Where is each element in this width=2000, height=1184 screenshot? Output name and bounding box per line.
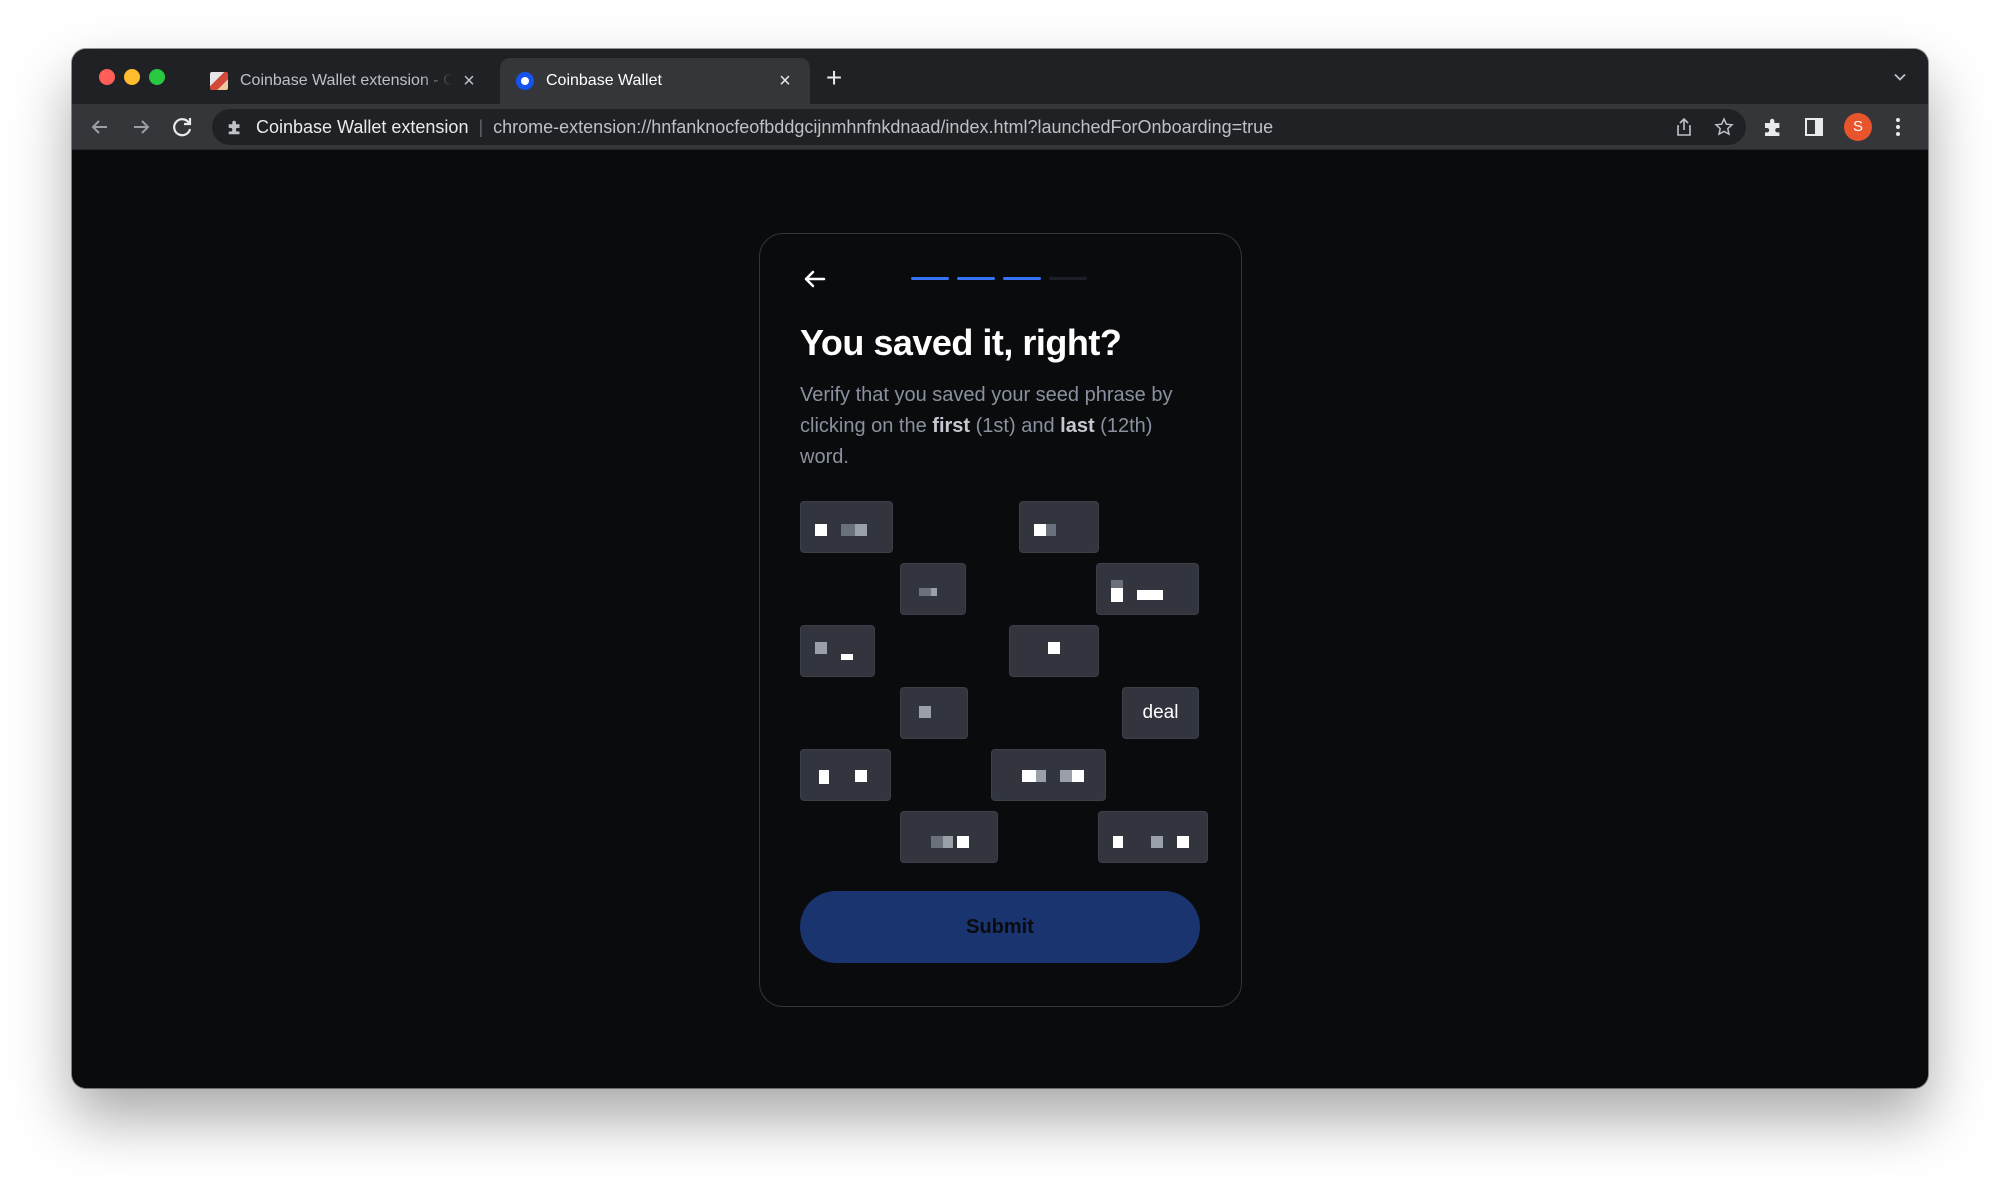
progress-indicator — [911, 277, 1087, 280]
progress-step — [1049, 277, 1087, 280]
redacted-pixels — [1048, 642, 1060, 654]
star-icon[interactable] — [1714, 117, 1734, 137]
extension-page: You saved it, right? Verify that you sav… — [72, 151, 1928, 1088]
onboarding-card: You saved it, right? Verify that you sav… — [759, 233, 1242, 1007]
redacted-pixels — [957, 836, 969, 848]
seed-word-chip[interactable] — [900, 811, 998, 863]
profile-avatar[interactable]: S — [1844, 113, 1872, 141]
redacted-pixels — [1060, 770, 1072, 782]
close-icon[interactable]: × — [460, 71, 478, 91]
coinbase-wallet-icon — [516, 72, 534, 90]
seed-word-label: deal — [1142, 702, 1179, 723]
back-arrow-icon[interactable] — [86, 113, 114, 141]
submit-button[interactable]: Submit — [800, 891, 1200, 963]
address-origin: Coinbase Wallet extension — [256, 116, 469, 137]
share-icon[interactable] — [1674, 117, 1694, 137]
redacted-pixels — [931, 836, 943, 848]
description-first: first — [932, 415, 971, 437]
redacted-pixels — [1111, 588, 1123, 602]
forward-arrow-icon[interactable] — [127, 113, 155, 141]
tab-title: Coinbase Wallet — [546, 72, 662, 89]
tab-coinbase-wallet[interactable]: Coinbase Wallet × — [500, 58, 810, 104]
tab-title: Coinbase Wallet extension - Chrome Web S… — [240, 72, 452, 89]
redacted-pixels — [1046, 524, 1056, 536]
redacted-pixels — [1151, 836, 1163, 848]
redacted-pixels — [919, 588, 931, 596]
seed-word-chip[interactable] — [800, 625, 875, 677]
page-description: Verify that you saved your seed phrase b… — [800, 380, 1200, 473]
redacted-pixels — [1137, 590, 1163, 600]
more-vert-icon[interactable] — [1887, 116, 1909, 138]
puzzle-icon — [228, 120, 240, 135]
redacted-pixels — [841, 524, 855, 536]
redacted-pixels — [1036, 770, 1046, 782]
progress-step — [1003, 277, 1041, 280]
redacted-pixels — [855, 524, 867, 536]
redacted-pixels — [931, 588, 937, 596]
seed-word-chip[interactable] — [900, 563, 966, 615]
address-url: chrome-extension://hnfanknocfeofbddgcijn… — [493, 116, 1274, 137]
window-maximize-button[interactable] — [149, 69, 165, 85]
reload-icon[interactable] — [169, 113, 197, 141]
seed-word-chip[interactable] — [800, 749, 891, 801]
seed-word-chip[interactable] — [1019, 501, 1099, 553]
window-close-button[interactable] — [99, 69, 115, 85]
progress-step — [911, 277, 949, 280]
progress-step — [957, 277, 995, 280]
browser-window: Coinbase Wallet extension - Chrome Web S… — [72, 49, 1928, 1088]
redacted-pixels — [841, 654, 853, 660]
side-panel-icon[interactable] — [1803, 116, 1825, 138]
address-bar[interactable]: Coinbase Wallet extension | chrome-exten… — [212, 109, 1746, 145]
redacted-pixels — [815, 524, 827, 536]
new-tab-button[interactable]: + — [820, 64, 848, 93]
seed-word-chip[interactable] — [800, 501, 893, 553]
seed-word-chip[interactable]: deal — [1122, 687, 1199, 739]
redacted-pixels — [1177, 836, 1189, 848]
description-text: (1st) and — [970, 415, 1061, 437]
seed-word-chip[interactable] — [900, 687, 968, 739]
redacted-pixels — [815, 642, 827, 654]
redacted-pixels — [919, 706, 931, 718]
page-title: You saved it, right? — [800, 322, 1122, 363]
seed-word-chip[interactable] — [991, 749, 1106, 801]
chevron-down-icon[interactable] — [1890, 67, 1910, 87]
redacted-pixels — [1022, 770, 1036, 782]
back-arrow-icon[interactable] — [800, 264, 830, 294]
seed-word-chip[interactable] — [1009, 625, 1099, 677]
redacted-pixels — [855, 770, 867, 782]
coinbase-webstore-icon — [210, 72, 228, 90]
redacted-pixels — [1072, 770, 1084, 782]
seed-word-chip[interactable] — [1096, 563, 1199, 615]
window-minimize-button[interactable] — [124, 69, 140, 85]
extensions-icon[interactable] — [1762, 116, 1784, 138]
description-last: last — [1060, 415, 1095, 437]
redacted-pixels — [1113, 836, 1123, 848]
redacted-pixels — [1034, 524, 1046, 536]
redacted-pixels — [943, 836, 953, 848]
tab-webstore[interactable]: Coinbase Wallet extension - Chrome Web S… — [194, 58, 494, 104]
seed-word-chip[interactable] — [1098, 811, 1208, 863]
browser-toolbar: Coinbase Wallet extension | chrome-exten… — [72, 104, 1928, 150]
tab-strip: Coinbase Wallet extension - Chrome Web S… — [72, 49, 1928, 104]
redacted-pixels — [819, 770, 829, 784]
address-separator: | — [478, 116, 484, 137]
redacted-pixels — [1111, 580, 1123, 588]
close-icon[interactable]: × — [776, 71, 794, 91]
